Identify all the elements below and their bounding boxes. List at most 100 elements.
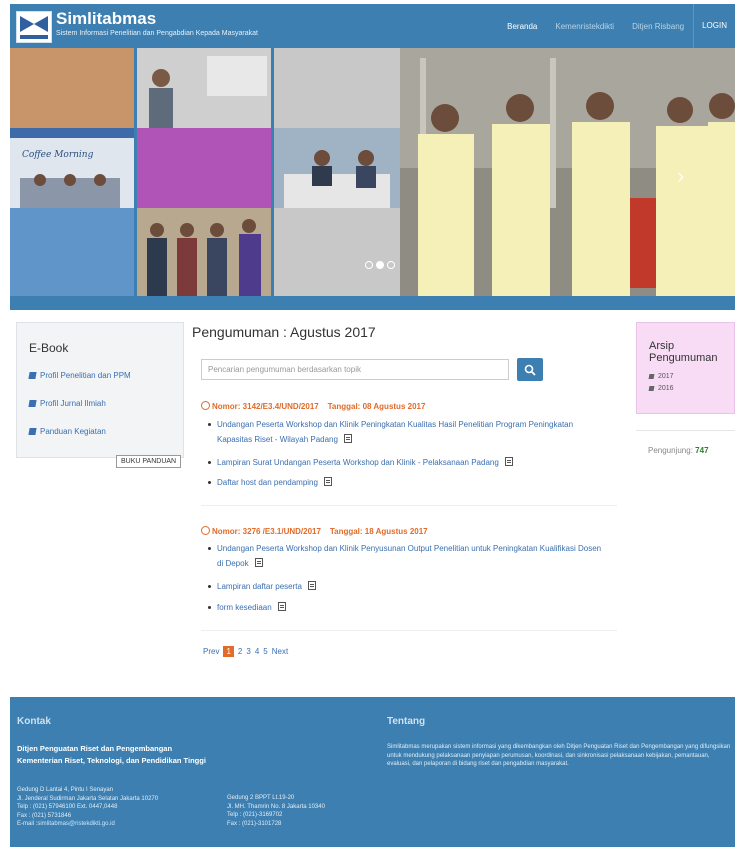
tile-orange [10,48,134,128]
ebook-link-profil-penelitian[interactable]: Profil Penelitian dan PPM [28,371,131,380]
notice-item-link[interactable]: Lampiran daftar peserta [217,582,302,591]
book-icon [648,385,655,391]
site-footer: Kontak Ditjen Penguatan Riset dan Pengem… [10,697,735,847]
notice-item[interactable]: Undangan Peserta Workshop dan Klinik Pen… [208,417,607,447]
notice-nomor: Nomor: 3142/E3.4/UND/2017 [212,402,319,411]
brand[interactable]: Simlitabmas Sistem Informasi Penelitian … [56,10,258,39]
document-icon[interactable] [323,477,332,486]
clock-icon [201,526,210,535]
brand-subtitle: Sistem Informasi Penelitian dan Pengabdi… [56,30,258,37]
tile-gray-bottom [274,208,400,296]
tile-blue [10,208,134,296]
top-nav: Beranda Kemenristekdikti Ditjen Risbang … [498,4,735,48]
pager-prev[interactable]: Prev [203,647,219,656]
hero-slider: Coffee Morning › [10,48,735,296]
divider [201,505,617,506]
address-line: Telp : (021)-3169702 [227,812,283,818]
arsip-panel: Arsip Pengumuman 2017 2016 [636,322,735,414]
search-placeholder: Pencarian pengumuman berdasarkan topik [208,365,361,374]
notice-item-link[interactable]: Undangan Peserta Workshop dan Klinik Pen… [217,420,573,444]
nav-beranda[interactable]: Beranda [498,22,546,31]
footer-org-line1: Ditjen Penguatan Riset dan Pengembangan [17,744,173,753]
photo-tile-meeting [274,128,400,208]
ebook-link-label: Panduan Kegiatan [40,427,106,436]
slider-dot[interactable] [365,261,373,269]
book-icon [28,428,37,436]
document-icon[interactable] [307,581,316,590]
book-icon [648,373,655,379]
slider-next-arrow[interactable]: › [677,163,684,189]
login-button[interactable]: LOGIN [693,4,735,48]
search-input[interactable]: Pencarian pengumuman berdasarkan topik [201,359,509,380]
address-line: Gedung D Lantai 4, Pintu I Senayan [17,787,114,793]
footer-tentang-title: Tentang [387,716,426,727]
notice-item[interactable]: Lampiran Surat Undangan Peserta Workshop… [208,455,607,470]
document-icon[interactable] [504,457,513,466]
email-label: E-mail : [17,821,38,827]
notice-item[interactable]: form kesediaan [208,600,607,615]
arsip-year-label: 2016 [658,385,674,392]
notice-item-link[interactable]: form kesediaan [217,603,272,612]
site-header: Simlitabmas Sistem Informasi Penelitian … [10,4,735,48]
photo-tile-coffee-morning: Coffee Morning [10,128,134,208]
notice-item-link[interactable]: Undangan Peserta Workshop dan Klinik Pen… [217,544,601,568]
pager-page[interactable]: 3 [246,647,250,656]
document-icon[interactable] [343,434,352,443]
footer-org-line2: Kementerian Riset, Teknologi, dan Pendid… [17,756,206,765]
email-link[interactable]: simlitabmas@ristekdikti.go.id [37,821,114,827]
document-icon[interactable] [254,558,263,567]
nav-ditjen-risbang[interactable]: Ditjen Risbang [623,22,693,31]
pager-page[interactable]: 2 [238,647,242,656]
photo-tile-group [137,208,271,296]
pager-page-current[interactable]: 1 [223,646,234,657]
notice-item-link[interactable]: Lampiran Surat Undangan Peserta Workshop… [217,458,499,467]
tile-purple [137,128,271,208]
visitor-label: Pengunjung: [648,446,693,455]
ristekdikti-logo[interactable] [16,11,52,43]
pager-page[interactable]: 5 [263,647,267,656]
tile-gray [274,48,400,128]
ebook-link-profil-jurnal[interactable]: Profil Jurnal Ilmiah [28,399,106,408]
ebook-title: E-Book [29,341,69,355]
notice-nomor: Nomor: 3276 /E3.1/UND/2017 [212,527,321,536]
footer-kontak-title: Kontak [17,716,51,727]
footer-address-2: Gedung 2 BPPT Lt.19-20 Jl. MH. Thamrin N… [227,794,325,828]
address-line: Gedung 2 BPPT Lt.19-20 [227,795,295,801]
slider-dot[interactable] [387,261,395,269]
arsip-year-2016[interactable]: 2016 [648,385,674,392]
notice-item[interactable]: Lampiran daftar peserta [208,579,607,594]
notice-item[interactable]: Daftar host dan pendamping [208,475,607,490]
book-icon [28,400,37,408]
coffee-morning-banner: Coffee Morning [22,150,94,160]
document-icon[interactable] [277,602,286,611]
clock-icon [201,401,210,410]
footer-address-1: Gedung D Lantai 4, Pintu I Senayan Jl. J… [17,786,158,829]
visitor-count: 747 [695,446,709,455]
search-icon [524,364,536,376]
notice-item[interactable]: Undangan Peserta Workshop dan Klinik Pen… [208,541,607,571]
ebook-link-label: Profil Jurnal Ilmiah [40,399,106,408]
photo-lab-visit [400,48,735,296]
divider [201,630,617,631]
arsip-year-label: 2017 [658,373,674,380]
brand-title: Simlitabmas [56,9,157,28]
search-button[interactable] [517,358,543,381]
nav-kemenristekdikti[interactable]: Kemenristekdikti [546,22,623,31]
arsip-year-2017[interactable]: 2017 [648,373,674,380]
address-line: Fax : (021) 5731846 [17,812,72,819]
tooltip-buku-panduan: BUKU PANDUAN [116,455,182,468]
address-line: Fax : (021)-3101728 [227,820,282,827]
ebook-link-panduan[interactable]: Panduan Kegiatan [28,427,106,436]
address-line: Jl. Jenderal Sudirman Jakarta Selatan Ja… [17,795,159,802]
pager-page[interactable]: 4 [255,647,259,656]
pager-next[interactable]: Next [272,647,288,656]
slider-dot-active[interactable] [376,261,384,269]
page-title: Pengumuman : Agustus 2017 [192,324,376,340]
arsip-title: Arsip Pengumuman [649,340,718,364]
notice-tanggal: Tanggal: 18 Agustus 2017 [329,527,428,536]
address-line: Jl. MH. Thamrin No. 8 Jakarta 10340 [227,803,325,810]
notice-item-link[interactable]: Daftar host dan pendamping [217,478,318,487]
notice-header: Nomor: 3142/E3.4/UND/2017 Tanggal: 08 Ag… [201,401,425,411]
footer-tentang-text: Simlitabmas merupakan sistem informasi y… [387,744,731,767]
photo-tile-speaker [137,48,271,128]
